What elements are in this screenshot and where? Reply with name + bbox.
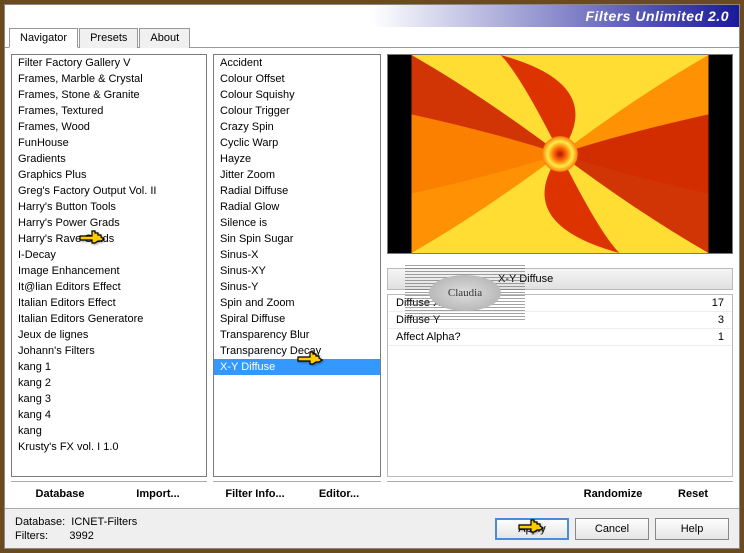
- param-value: 3: [718, 314, 724, 326]
- list-item[interactable]: kang 2: [12, 375, 206, 391]
- list-item[interactable]: Harry's Rave Grads: [12, 231, 206, 247]
- param-row[interactable]: Affect Alpha?1: [388, 329, 732, 346]
- filter-info-button[interactable]: Filter Info...: [213, 488, 297, 500]
- list-item[interactable]: Radial Diffuse: [214, 183, 380, 199]
- preview-image: [388, 55, 732, 253]
- list-item[interactable]: Spin and Zoom: [214, 295, 380, 311]
- list-item[interactable]: Krusty's FX vol. I 1.0: [12, 439, 206, 455]
- list-item[interactable]: Accident: [214, 55, 380, 71]
- reset-button[interactable]: Reset: [653, 488, 733, 500]
- list-item[interactable]: Sin Spin Sugar: [214, 231, 380, 247]
- db-value: ICNET-Filters: [71, 516, 137, 528]
- tab-navigator[interactable]: Navigator: [9, 28, 78, 48]
- filters-label: Filters:: [15, 530, 48, 542]
- list-item[interactable]: Sinus-X: [214, 247, 380, 263]
- list-item[interactable]: Harry's Power Grads: [12, 215, 206, 231]
- list-item[interactable]: kang: [12, 423, 206, 439]
- category-buttons: Database Import...: [11, 481, 207, 502]
- preview-buttons: Randomize Reset: [387, 481, 733, 502]
- category-column: Filter Factory Gallery VFrames, Marble &…: [11, 54, 207, 502]
- list-item[interactable]: Greg's Factory Output Vol. II: [12, 183, 206, 199]
- list-item[interactable]: Johann's Filters: [12, 343, 206, 359]
- list-item[interactable]: X-Y Diffuse: [214, 359, 380, 375]
- main-area: Filter Factory Gallery VFrames, Marble &…: [5, 48, 739, 508]
- param-value: 17: [712, 297, 724, 309]
- filter-column: AccidentColour OffsetColour SquishyColou…: [213, 54, 381, 502]
- apply-button[interactable]: Apply: [495, 518, 569, 540]
- list-item[interactable]: Spiral Diffuse: [214, 311, 380, 327]
- help-button[interactable]: Help: [655, 518, 729, 540]
- list-item[interactable]: Image Enhancement: [12, 263, 206, 279]
- param-name: Affect Alpha?: [396, 331, 718, 343]
- list-item[interactable]: Hayze: [214, 151, 380, 167]
- app-window: Filters Unlimited 2.0 NavigatorPresetsAb…: [4, 4, 740, 549]
- list-item[interactable]: Filter Factory Gallery V: [12, 55, 206, 71]
- list-item[interactable]: Cyclic Warp: [214, 135, 380, 151]
- list-item[interactable]: Italian Editors Effect: [12, 295, 206, 311]
- filters-count: 3992: [69, 530, 93, 542]
- database-button[interactable]: Database: [11, 488, 109, 500]
- list-item[interactable]: Jeux de lignes: [12, 327, 206, 343]
- filter-buttons: Filter Info... Editor...: [213, 481, 381, 502]
- list-item[interactable]: Harry's Button Tools: [12, 199, 206, 215]
- tab-strip: NavigatorPresetsAbout: [5, 27, 739, 48]
- list-item[interactable]: Colour Offset: [214, 71, 380, 87]
- list-item[interactable]: Frames, Marble & Crystal: [12, 71, 206, 87]
- list-item[interactable]: Gradients: [12, 151, 206, 167]
- footer-info: Database: ICNET-Filters Filters: 3992: [15, 515, 489, 543]
- list-item[interactable]: Silence is: [214, 215, 380, 231]
- parameter-list[interactable]: Diffuse X17Diffuse Y3Affect Alpha?1: [387, 294, 733, 477]
- preview-area: [387, 54, 733, 254]
- tab-about[interactable]: About: [139, 28, 190, 48]
- list-item[interactable]: Italian Editors Generatore: [12, 311, 206, 327]
- list-item[interactable]: Transparency Decay: [214, 343, 380, 359]
- list-item[interactable]: FunHouse: [12, 135, 206, 151]
- list-item[interactable]: Frames, Textured: [12, 103, 206, 119]
- list-item[interactable]: Frames, Stone & Granite: [12, 87, 206, 103]
- cancel-button[interactable]: Cancel: [575, 518, 649, 540]
- watermark: Claudia: [405, 265, 525, 321]
- list-item[interactable]: Frames, Wood: [12, 119, 206, 135]
- title-bar: Filters Unlimited 2.0: [5, 5, 739, 27]
- list-item[interactable]: Radial Glow: [214, 199, 380, 215]
- list-item[interactable]: kang 1: [12, 359, 206, 375]
- list-item[interactable]: Graphics Plus: [12, 167, 206, 183]
- list-item[interactable]: Sinus-Y: [214, 279, 380, 295]
- list-item[interactable]: kang 3: [12, 391, 206, 407]
- list-item[interactable]: kang 4: [12, 407, 206, 423]
- list-item[interactable]: Colour Squishy: [214, 87, 380, 103]
- editor-button[interactable]: Editor...: [297, 488, 381, 500]
- list-item[interactable]: Transparency Blur: [214, 327, 380, 343]
- list-item[interactable]: Jitter Zoom: [214, 167, 380, 183]
- list-item[interactable]: I-Decay: [12, 247, 206, 263]
- randomize-button[interactable]: Randomize: [573, 488, 653, 500]
- filter-listbox[interactable]: AccidentColour OffsetColour SquishyColou…: [213, 54, 381, 477]
- footer-bar: Database: ICNET-Filters Filters: 3992 Ap…: [5, 508, 739, 548]
- tab-presets[interactable]: Presets: [79, 28, 138, 48]
- db-label: Database:: [15, 516, 65, 528]
- list-item[interactable]: Sinus-XY: [214, 263, 380, 279]
- import-button[interactable]: Import...: [109, 488, 207, 500]
- app-title: Filters Unlimited 2.0: [585, 8, 729, 24]
- list-item[interactable]: It@lian Editors Effect: [12, 279, 206, 295]
- list-item[interactable]: Colour Trigger: [214, 103, 380, 119]
- param-value: 1: [718, 331, 724, 343]
- list-item[interactable]: Crazy Spin: [214, 119, 380, 135]
- category-listbox[interactable]: Filter Factory Gallery VFrames, Marble &…: [11, 54, 207, 477]
- watermark-text: Claudia: [429, 275, 501, 311]
